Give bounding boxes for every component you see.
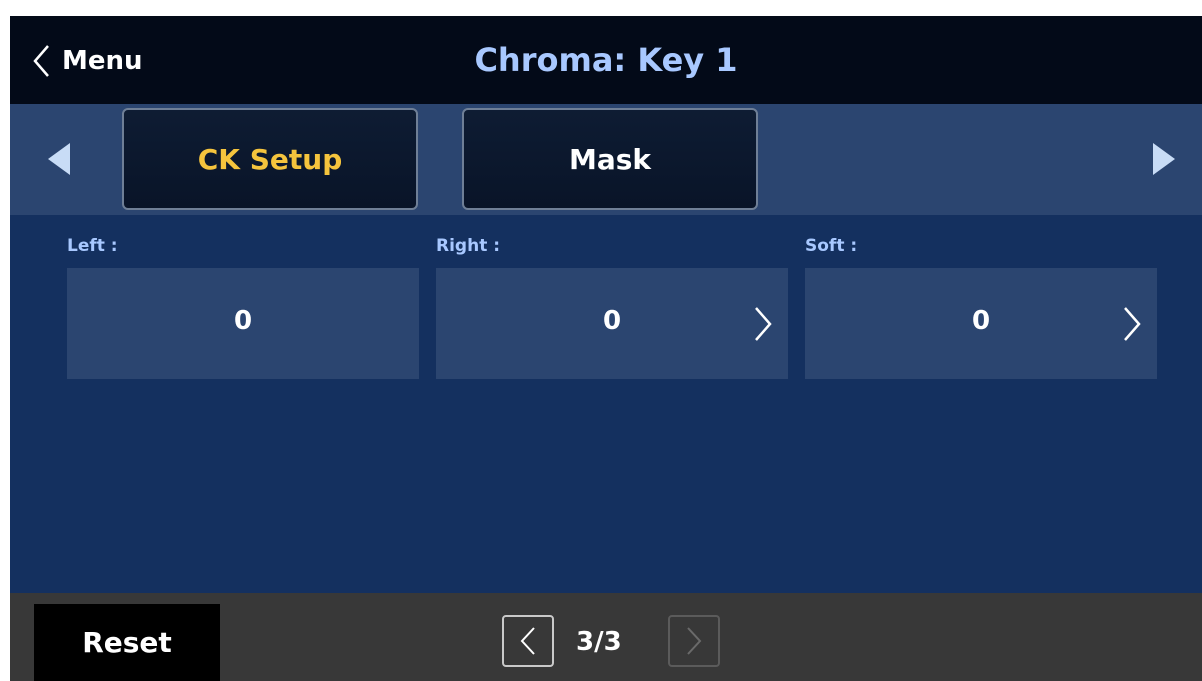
soft-field[interactable]: 0 xyxy=(805,268,1157,379)
chevron-right-icon xyxy=(755,307,772,341)
page-prev-button[interactable] xyxy=(502,615,554,667)
tab-mask[interactable]: Mask xyxy=(462,108,758,210)
soft-field-label: Soft : xyxy=(805,236,858,256)
left-field-label: Left : xyxy=(67,236,118,256)
page-title: Chroma: Key 1 xyxy=(474,41,738,79)
page-indicator: 3/3 xyxy=(576,627,622,657)
right-field[interactable]: 0 xyxy=(436,268,788,379)
soft-field-value: 0 xyxy=(971,306,991,336)
tab-scroll-left-icon[interactable] xyxy=(48,143,70,175)
tab-scroll-right-icon[interactable] xyxy=(1153,143,1175,175)
left-field[interactable]: 0 xyxy=(67,268,419,379)
header-bar: Menu Chroma: Key 1 xyxy=(10,16,1202,104)
chroma-key-screen: Menu Chroma: Key 1 CK Setup Mask Left : … xyxy=(10,16,1202,681)
reset-button[interactable]: Reset xyxy=(34,604,220,681)
tab-ck-setup[interactable]: CK Setup xyxy=(122,108,418,210)
right-field-value: 0 xyxy=(602,306,622,336)
chevron-right-icon xyxy=(1124,307,1141,341)
footer-bar: Reset 3/3 xyxy=(10,593,1202,681)
tab-bar: CK Setup Mask xyxy=(10,104,1202,215)
chevron-left-icon xyxy=(520,627,535,655)
page-next-button[interactable] xyxy=(668,615,720,667)
right-field-label: Right : xyxy=(436,236,501,256)
chevron-right-icon xyxy=(687,627,702,655)
left-field-value: 0 xyxy=(233,306,253,336)
